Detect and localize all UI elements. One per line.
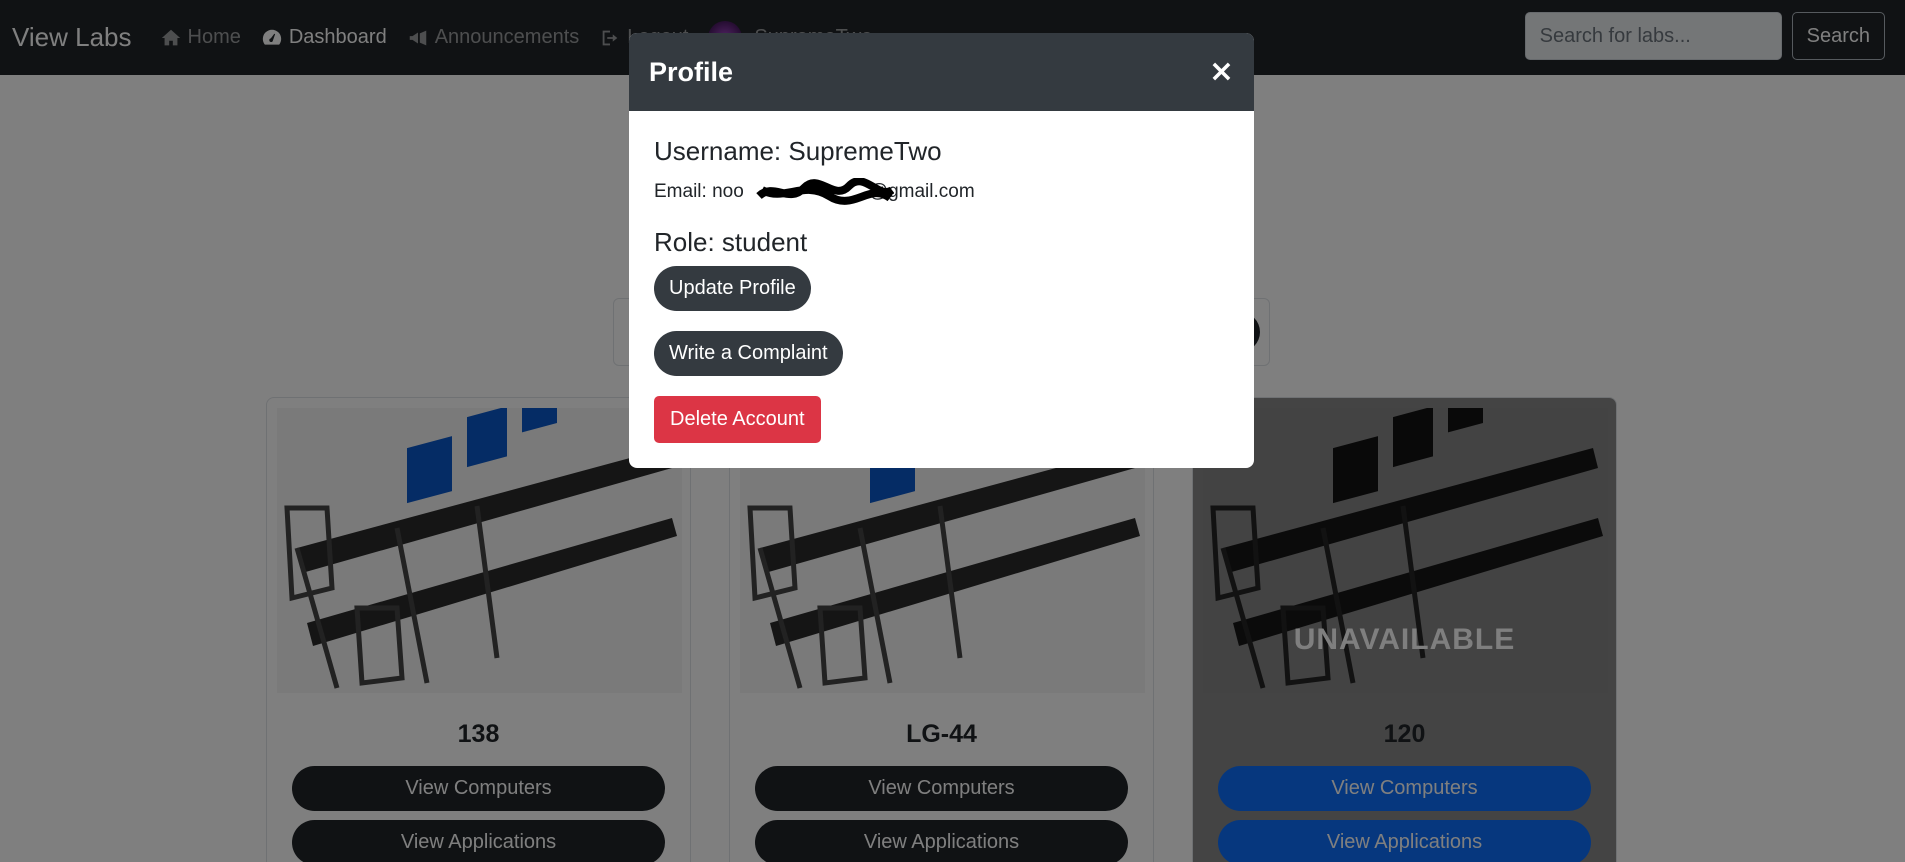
profile-role: Role: student	[654, 227, 808, 257]
profile-email: Email: noo @gmail.com	[654, 178, 975, 205]
profile-modal: Profile × Username: SupremeTwo Email: no…	[629, 33, 1254, 468]
email-prefix: Email: noo	[654, 181, 744, 202]
write-complaint-button[interactable]: Write a Complaint	[654, 331, 843, 376]
redaction-scribble	[756, 178, 894, 205]
delete-account-button[interactable]: Delete Account	[654, 396, 821, 443]
modal-title: Profile	[649, 56, 734, 87]
modal-header: Profile ×	[629, 33, 1254, 111]
update-profile-button[interactable]: Update Profile	[654, 266, 811, 311]
close-icon[interactable]: ×	[1209, 57, 1234, 87]
modal-body: Username: SupremeTwo Email: noo @gmail.co…	[629, 111, 1254, 468]
profile-username: Username: SupremeTwo	[654, 136, 942, 166]
